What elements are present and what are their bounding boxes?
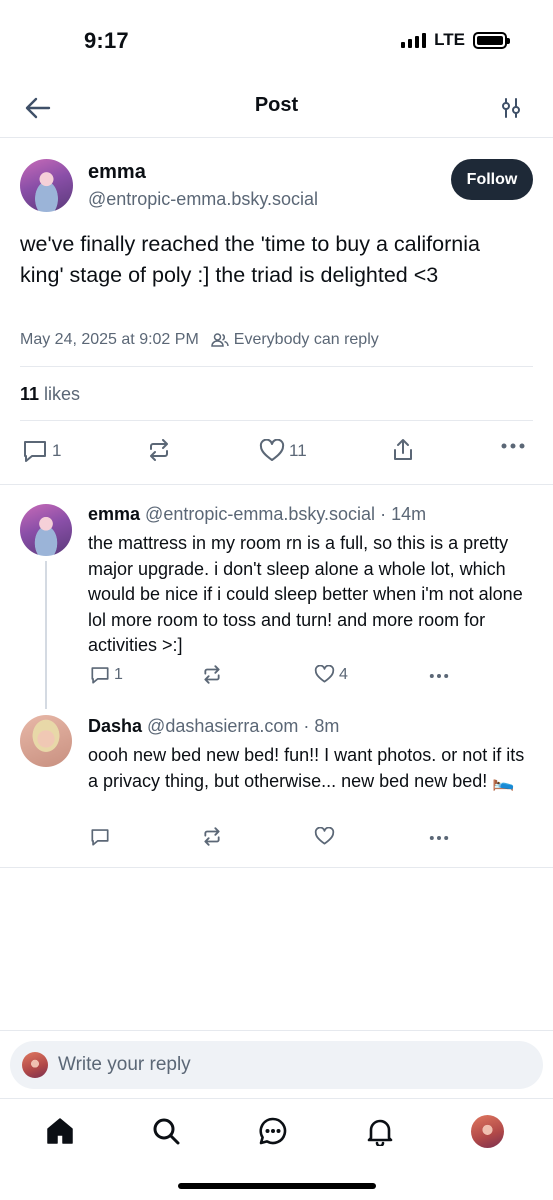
reply-time: · 8m	[303, 716, 340, 736]
repost-button[interactable]	[147, 439, 171, 461]
thread-end-divider	[0, 867, 553, 868]
repost-button[interactable]	[202, 827, 222, 846]
sliders-icon	[502, 98, 520, 118]
reply-avatar[interactable]	[20, 715, 72, 767]
reply-icon	[24, 441, 46, 462]
repost-icon	[204, 665, 220, 684]
tab-notifications[interactable]	[362, 1113, 398, 1149]
reply-time: · 14m	[380, 504, 427, 524]
battery-icon	[473, 31, 510, 49]
author-handle[interactable]: @entropic-emma.bsky.social	[88, 189, 318, 210]
thread-settings-button[interactable]	[495, 92, 527, 124]
like-button[interactable]	[314, 827, 335, 846]
likes-summary[interactable]: 11 likes	[20, 384, 80, 405]
reply-author-name[interactable]: emma	[88, 504, 140, 524]
more-icon	[429, 836, 449, 840]
reply-actions: 1 4	[88, 665, 468, 689]
post-text: we've finally reached the 'time to buy a…	[20, 232, 480, 287]
reply-icon	[91, 829, 109, 846]
app-header: Post	[0, 80, 553, 138]
reply-input[interactable]: Write your reply	[10, 1041, 543, 1089]
status-indicators: LTE	[401, 30, 510, 50]
reply-count: 1	[114, 666, 123, 683]
follow-button[interactable]: Follow	[451, 159, 533, 200]
reply-button[interactable]: 1	[22, 439, 61, 463]
reply-count: 1	[52, 441, 62, 460]
home-indicator	[178, 1183, 376, 1189]
more-icon	[429, 674, 449, 678]
share-icon	[394, 439, 412, 460]
post-divider	[0, 484, 553, 485]
divider	[20, 420, 533, 421]
author-name[interactable]: emma	[88, 161, 146, 184]
reply-author-name[interactable]: Dasha	[88, 716, 142, 736]
thread-line	[45, 561, 47, 709]
post-actions: 1 11	[20, 437, 533, 467]
like-count: 11	[289, 441, 307, 460]
tab-profile[interactable]	[469, 1113, 505, 1149]
more-options-button[interactable]	[428, 672, 450, 680]
like-button[interactable]: 4	[314, 665, 348, 684]
messages-icon	[259, 1117, 287, 1145]
reply-avatar[interactable]	[20, 504, 72, 556]
share-button[interactable]	[391, 437, 415, 463]
reply-actions	[88, 827, 468, 851]
reply-button[interactable]: 1	[90, 665, 123, 685]
bell-icon	[367, 1119, 393, 1146]
tab-search[interactable]	[148, 1113, 184, 1149]
post-meta: May 24, 2025 at 9:02 PM Everybody can re…	[20, 331, 379, 349]
likes-label: likes	[44, 384, 81, 404]
page-title: Post	[254, 94, 299, 116]
reply-icon	[91, 667, 109, 684]
divider	[20, 366, 533, 367]
status-bar: 9:17 LTE	[0, 0, 553, 80]
repost-icon	[204, 827, 220, 846]
signal-icon	[401, 32, 427, 48]
repost-icon	[150, 439, 168, 461]
reply-text: oooh new bed new bed! fun!! I want photo…	[88, 745, 525, 791]
profile-avatar	[470, 1114, 504, 1148]
network-label: LTE	[434, 30, 465, 49]
like-count: 4	[339, 665, 348, 683]
reply-text: the mattress in my room rn is a full, so…	[88, 533, 523, 655]
reply-header: emma @entropic-emma.bsky.social · 14m	[88, 504, 426, 525]
like-button[interactable]: 11	[259, 439, 307, 463]
author-avatar[interactable]	[20, 159, 73, 212]
reply-author-handle[interactable]: @dashasierra.com	[147, 716, 298, 736]
heart-icon	[314, 665, 335, 683]
search-icon	[153, 1118, 180, 1145]
reply-header: Dasha @dashasierra.com · 8m	[88, 716, 339, 737]
home-icon	[47, 1118, 73, 1144]
tab-home[interactable]	[42, 1113, 78, 1149]
heart-icon	[259, 439, 285, 461]
reply-composer: Write your reply	[0, 1030, 553, 1098]
post-timestamp: May 24, 2025 at 9:02 PM	[20, 331, 199, 348]
status-time: 9:17	[84, 28, 129, 53]
my-avatar	[22, 1052, 48, 1078]
more-options-button[interactable]	[428, 834, 450, 842]
more-options-button[interactable]	[501, 441, 525, 451]
reply-button[interactable]	[90, 827, 110, 847]
people-icon	[211, 332, 229, 348]
repost-button[interactable]	[202, 665, 222, 684]
more-icon	[501, 443, 525, 449]
heart-icon	[314, 827, 335, 845]
tab-messages[interactable]	[255, 1113, 291, 1149]
reply-placeholder: Write your reply	[58, 1054, 191, 1075]
reply-setting[interactable]: Everybody can reply	[234, 331, 379, 349]
likes-count: 11	[20, 384, 40, 404]
reply-author-handle[interactable]: @entropic-emma.bsky.social	[145, 504, 375, 524]
